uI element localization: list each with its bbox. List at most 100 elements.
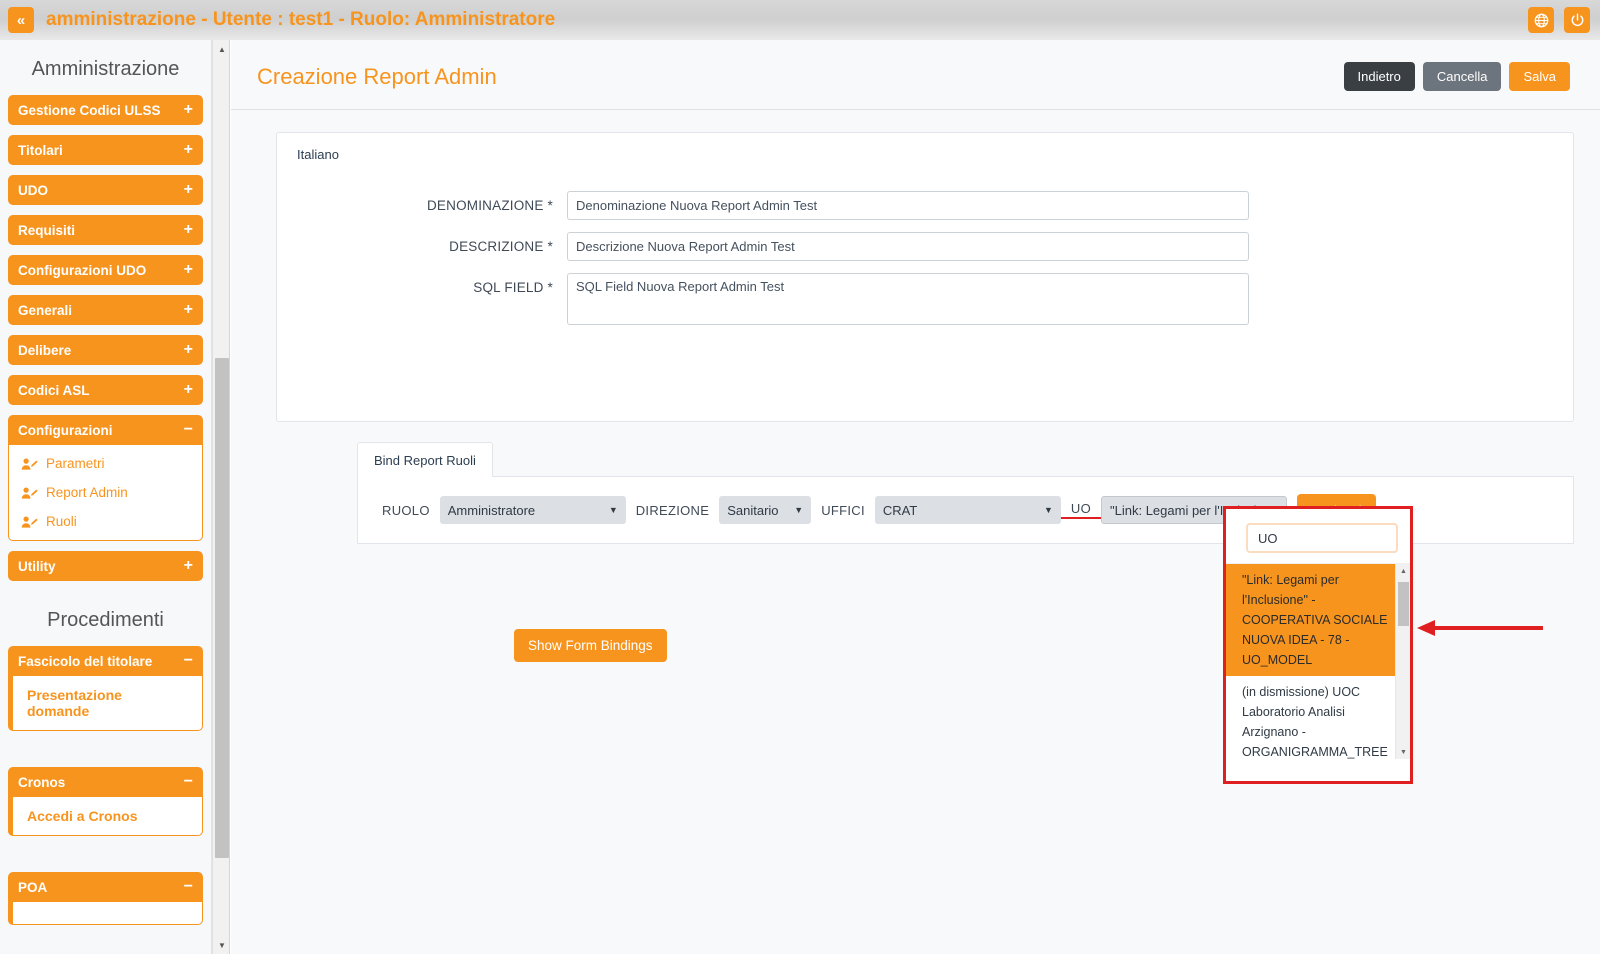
- main-content: Creazione Report Admin Indietro Cancella…: [231, 40, 1600, 954]
- sidebar-scrollbar[interactable]: ▲ ▼: [212, 40, 230, 954]
- sidebar-item-label: Ruoli: [46, 514, 77, 529]
- sidebar-section-title-amministrazione: Amministrazione: [8, 40, 203, 95]
- ruolo-select-value: Amministratore: [448, 503, 535, 518]
- sidebar-item-label: Parametri: [46, 456, 105, 471]
- save-button[interactable]: Salva: [1509, 62, 1570, 91]
- uffici-select-value: CRAT: [883, 503, 917, 518]
- sidebar-group-fascicolo-body: Presentazione domande: [8, 676, 203, 731]
- uo-dropdown-panel: "Link: Legami per l'Inclusione" - COOPER…: [1223, 506, 1413, 784]
- denominazione-input[interactable]: [567, 191, 1249, 220]
- sidebar: Amministrazione Gestione Codici ULSS + T…: [0, 40, 212, 954]
- uo-list-scrollbar-thumb[interactable]: [1398, 582, 1409, 626]
- sidebar-collapse-button[interactable]: «: [8, 7, 34, 33]
- sidebar-accordion-configurazioni-body: Parametri Report Admin Ruoli: [8, 445, 203, 541]
- uo-label: UO: [1061, 501, 1101, 519]
- accordion-label: Delibere: [18, 343, 71, 358]
- chevron-down-icon: ▼: [1044, 505, 1053, 515]
- chevron-down-icon: ▼: [609, 505, 618, 515]
- descrizione-input[interactable]: [567, 232, 1249, 261]
- uo-option-selected[interactable]: "Link: Legami per l'Inclusione" - COOPER…: [1226, 564, 1410, 676]
- sidebar-accordion-requisiti[interactable]: Requisiti +: [8, 215, 203, 245]
- sidebar-accordion-delibere[interactable]: Delibere +: [8, 335, 203, 365]
- chevron-down-icon: ▼: [794, 505, 803, 515]
- scroll-down-arrow-icon[interactable]: ▼: [1396, 745, 1410, 759]
- uffici-select[interactable]: CRAT ▼: [875, 496, 1061, 524]
- ruolo-select[interactable]: Amministratore ▼: [440, 496, 626, 524]
- sidebar-item-parametri[interactable]: Parametri: [9, 449, 202, 478]
- scroll-up-arrow-icon[interactable]: ▲: [213, 40, 231, 58]
- accordion-label: UDO: [18, 183, 48, 198]
- plus-icon: +: [184, 341, 193, 359]
- plus-icon: +: [184, 221, 193, 239]
- sidebar-group-poa[interactable]: POA −: [8, 872, 203, 902]
- sql-field-textarea[interactable]: SQL Field Nuova Report Admin Test: [567, 273, 1249, 325]
- tab-bind-report-ruoli[interactable]: Bind Report Ruoli: [357, 442, 493, 477]
- sql-field-label: SQL FIELD *: [277, 273, 567, 295]
- sidebar-accordion-gestione-codici-ulss[interactable]: Gestione Codici ULSS +: [8, 95, 203, 125]
- ruolo-label: RUOLO: [372, 503, 440, 518]
- tab-italiano[interactable]: Italiano: [287, 141, 349, 168]
- group-label: Fascicolo del titolare: [18, 654, 152, 669]
- sidebar-scrollbar-thumb[interactable]: [215, 358, 229, 858]
- sidebar-accordion-titolari[interactable]: Titolari +: [8, 135, 203, 165]
- sidebar-item-presentazione-domande[interactable]: Presentazione domande: [13, 676, 202, 730]
- uo-option-list[interactable]: "Link: Legami per l'Inclusione" - COOPER…: [1226, 563, 1410, 759]
- sidebar-accordion-configurazioni[interactable]: Configurazioni −: [8, 415, 203, 445]
- user-edit-icon: [21, 515, 38, 529]
- uo-list-scrollbar[interactable]: ▲ ▼: [1395, 564, 1410, 759]
- sidebar-group-poa-body: [8, 902, 203, 925]
- sidebar-group-fascicolo-del-titolare[interactable]: Fascicolo del titolare −: [8, 646, 203, 676]
- plus-icon: +: [184, 141, 193, 159]
- form-row-denominazione: DENOMINAZIONE *: [277, 191, 1573, 220]
- sidebar-item-accedi-a-cronos[interactable]: Accedi a Cronos: [13, 797, 202, 835]
- sidebar-spacer: [8, 846, 203, 872]
- minus-icon: −: [184, 421, 193, 439]
- sidebar-accordion-utility[interactable]: Utility +: [8, 551, 203, 581]
- sidebar-group-cronos-body: Accedi a Cronos: [8, 797, 203, 836]
- power-icon: [1570, 13, 1585, 28]
- direzione-select[interactable]: Sanitario ▼: [719, 496, 811, 524]
- uo-option[interactable]: (in dismissione) UOC Laboratorio Analisi…: [1226, 676, 1410, 759]
- group-label: Cronos: [18, 775, 65, 790]
- back-button[interactable]: Indietro: [1344, 62, 1415, 91]
- form-row-descrizione: DESCRIZIONE *: [277, 232, 1573, 261]
- sidebar-spacer: [8, 741, 203, 767]
- sidebar-accordion-codici-asl[interactable]: Codici ASL +: [8, 375, 203, 405]
- accordion-label: Titolari: [18, 143, 63, 158]
- uo-search-box[interactable]: [1246, 523, 1398, 553]
- plus-icon: +: [184, 101, 193, 119]
- top-bar: « amministrazione - Utente : test1 - Ruo…: [0, 0, 1600, 40]
- accordion-label: Gestione Codici ULSS: [18, 103, 161, 118]
- sidebar-item-label: Report Admin: [46, 485, 128, 500]
- sidebar-item-ruoli[interactable]: Ruoli: [9, 507, 202, 536]
- minus-icon: −: [184, 652, 193, 670]
- minus-icon: −: [184, 878, 193, 896]
- sidebar-group-cronos[interactable]: Cronos −: [8, 767, 203, 797]
- uo-search-wrapper: [1226, 509, 1410, 563]
- accordion-label: Generali: [18, 303, 72, 318]
- sidebar-item-poa[interactable]: [13, 902, 202, 924]
- sidebar-section-title-procedimenti: Procedimenti: [8, 591, 203, 646]
- sidebar-accordion-configurazioni-udo[interactable]: Configurazioni UDO +: [8, 255, 203, 285]
- accordion-label: Requisiti: [18, 223, 75, 238]
- logout-power-button[interactable]: [1564, 7, 1590, 33]
- form-row-sql-field: SQL FIELD * SQL Field Nuova Report Admin…: [277, 273, 1573, 325]
- minus-icon: −: [184, 773, 193, 791]
- uo-search-input[interactable]: [1256, 530, 1436, 547]
- accordion-label: Configurazioni UDO: [18, 263, 146, 278]
- scroll-down-arrow-icon[interactable]: ▼: [213, 936, 231, 954]
- sidebar-item-report-admin[interactable]: Report Admin: [9, 478, 202, 507]
- page-header: Creazione Report Admin Indietro Cancella…: [231, 40, 1600, 110]
- direzione-select-value: Sanitario: [727, 503, 778, 518]
- collapse-chevron-icon: «: [17, 13, 25, 28]
- plus-icon: +: [184, 557, 193, 575]
- sidebar-accordion-generali[interactable]: Generali +: [8, 295, 203, 325]
- cancel-button[interactable]: Cancella: [1423, 62, 1502, 91]
- uffici-label: UFFICI: [811, 503, 875, 518]
- page-title: Creazione Report Admin: [257, 64, 497, 90]
- denominazione-label: DENOMINAZIONE *: [277, 191, 567, 213]
- show-form-bindings-button[interactable]: Show Form Bindings: [514, 629, 667, 662]
- language-globe-button[interactable]: [1528, 7, 1554, 33]
- sidebar-accordion-udo[interactable]: UDO +: [8, 175, 203, 205]
- scroll-up-arrow-icon[interactable]: ▲: [1396, 564, 1410, 579]
